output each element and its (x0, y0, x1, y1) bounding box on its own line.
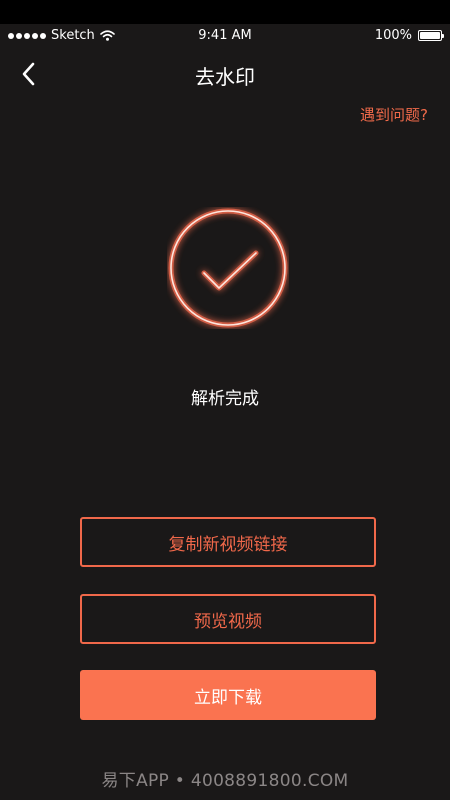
download-now-label: 立即下载 (194, 687, 262, 708)
top-band (0, 0, 450, 24)
help-link[interactable]: 遇到问题? (360, 104, 428, 125)
copy-new-video-link-button[interactable]: 复制新视频链接 (80, 517, 376, 567)
preview-video-label: 预览视频 (194, 611, 262, 632)
status-bar: Sketch 9:41 AM 100% (0, 24, 450, 48)
battery-icon (418, 30, 444, 41)
footer-watermark: 易下APP • 4008891800.COM (101, 771, 349, 791)
preview-video-button[interactable]: 预览视频 (80, 594, 376, 644)
download-now-button[interactable]: 立即下载 (80, 670, 376, 720)
battery-fill (420, 32, 440, 39)
battery-percent: 100% (374, 28, 412, 43)
parse-complete-text: 解析完成 (191, 389, 259, 409)
check-circle-icon (167, 207, 289, 329)
copy-new-video-link-label: 复制新视频链接 (168, 534, 288, 555)
nav-bar: 去水印 (0, 48, 450, 98)
page-title: 去水印 (195, 65, 255, 89)
status-right: 100% (374, 28, 444, 43)
